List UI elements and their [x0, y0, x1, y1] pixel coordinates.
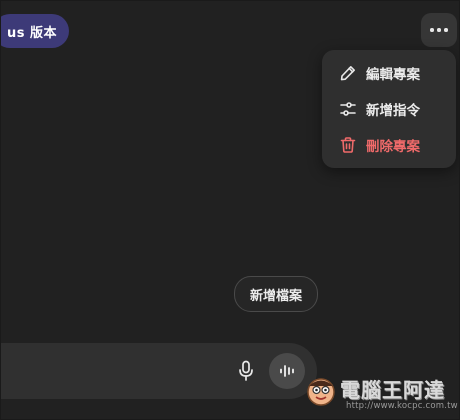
voice-waveform-icon: [278, 363, 296, 379]
watermark-text: 電腦王阿達: [340, 378, 445, 402]
sliders-icon: [339, 100, 357, 118]
more-horizontal-icon: [428, 28, 449, 32]
plan-badge[interactable]: us 版本: [1, 14, 70, 48]
mascot-logo: [306, 377, 336, 407]
microphone-icon[interactable]: [237, 360, 255, 382]
plan-badge-label: us 版本: [7, 25, 58, 41]
menu-item-edit-project[interactable]: 編輯專案: [322, 55, 456, 91]
menu-item-delete-project[interactable]: 刪除專案: [322, 127, 456, 163]
watermark-url: http://www.kocpc.com.tw: [346, 401, 458, 411]
trash-icon: [339, 136, 357, 154]
project-menu: 編輯專案 新增指令 刪除專案: [322, 50, 456, 168]
menu-item-label: 新增指令: [366, 103, 420, 119]
add-file-label: 新增檔案: [249, 288, 302, 304]
menu-item-label: 編輯專案: [366, 67, 420, 83]
pencil-icon: [339, 64, 357, 82]
menu-item-add-instructions[interactable]: 新增指令: [322, 91, 456, 127]
more-options-button[interactable]: [421, 13, 457, 47]
voice-mode-button[interactable]: [269, 353, 305, 389]
add-file-button[interactable]: 新增檔案: [234, 276, 318, 312]
chat-window: us 版本 編輯專案 新增指令 刪除專案 新增檔案 電腦王阿達 http://w…: [0, 0, 460, 420]
watermark: 電腦王阿達 http://www.kocpc.com.tw: [306, 373, 458, 415]
menu-item-label: 刪除專案: [366, 139, 420, 155]
